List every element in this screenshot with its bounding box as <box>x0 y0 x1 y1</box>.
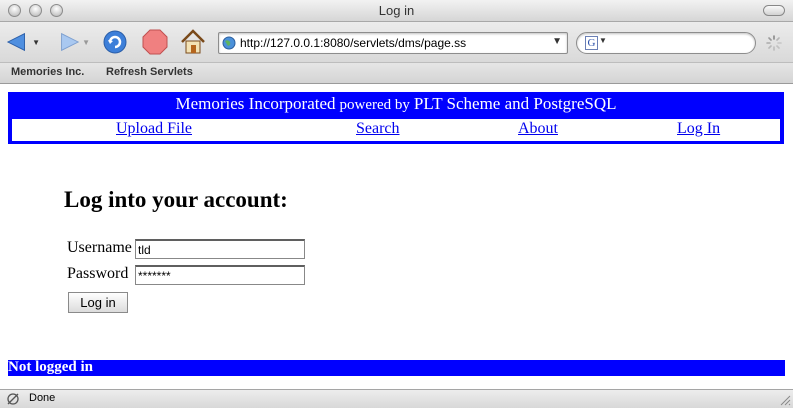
browser-status-text: Done <box>29 392 56 404</box>
connection-icon <box>7 393 19 405</box>
password-label: Password <box>67 265 129 282</box>
site-title-powered: powered by <box>339 97 410 113</box>
reload-button[interactable] <box>100 28 130 56</box>
browser-status-bar: Done <box>0 389 793 408</box>
nav-search-link[interactable]: Search <box>356 120 400 138</box>
browser-toolbar: ▼ ▼ http://127.0.0.1:8080/servlets/dms/p… <box>0 22 793 62</box>
address-history-caret-icon[interactable]: ▼ <box>552 36 562 47</box>
loading-spinner-icon <box>766 35 782 51</box>
search-engine-icon[interactable]: G <box>585 36 598 50</box>
search-field[interactable]: G ▼ <box>576 32 756 54</box>
password-field[interactable]: ******* <box>135 265 305 285</box>
back-button[interactable]: ▼ <box>6 28 40 56</box>
login-status-bar: Not logged in <box>8 359 785 376</box>
home-button[interactable] <box>178 28 208 56</box>
site-header: Memories Incorporated powered by PLT Sch… <box>8 92 784 144</box>
site-title: Memories Incorporated powered by PLT Sch… <box>8 94 784 114</box>
log-in-button[interactable]: Log in <box>68 292 128 313</box>
login-heading: Log into your account: <box>64 187 288 212</box>
address-bar[interactable]: http://127.0.0.1:8080/servlets/dms/page.… <box>218 32 568 54</box>
globe-icon <box>222 36 236 50</box>
stop-button[interactable] <box>140 28 170 56</box>
bookmark-refresh-servlets[interactable]: Refresh Servlets <box>106 66 193 78</box>
back-arrow-icon <box>6 32 25 52</box>
nav-about-link[interactable]: About <box>518 120 558 138</box>
nav-upload-file-link[interactable]: Upload File <box>116 120 192 138</box>
site-title-main: Memories Incorporated <box>175 94 336 113</box>
site-nav: Upload File Search About Log In <box>12 119 780 141</box>
resize-grip-icon[interactable] <box>779 394 791 406</box>
site-title-tech: PLT Scheme and PostgreSQL <box>413 94 617 113</box>
forward-menu-caret-icon[interactable]: ▼ <box>82 38 90 47</box>
page-content: Memories Incorporated powered by PLT Sch… <box>0 85 793 389</box>
address-bar-url: http://127.0.0.1:8080/servlets/dms/page.… <box>240 36 467 50</box>
nav-log-in-link[interactable]: Log In <box>677 120 720 138</box>
search-engine-caret-icon[interactable]: ▼ <box>599 36 607 45</box>
home-icon <box>181 29 205 54</box>
stop-icon <box>142 29 168 55</box>
forward-arrow-icon <box>61 32 80 52</box>
bookmarks-bar: Memories Inc. Refresh Servlets <box>0 62 793 84</box>
username-label: Username <box>67 239 132 256</box>
toolbar-toggle-button[interactable] <box>763 5 785 16</box>
back-menu-caret-icon[interactable]: ▼ <box>32 38 40 47</box>
reload-icon <box>103 30 127 54</box>
bookmark-memories-inc[interactable]: Memories Inc. <box>11 66 84 78</box>
login-status-text: Not logged in <box>8 359 94 375</box>
forward-button[interactable]: ▼ <box>56 28 90 56</box>
window-title: Log in <box>378 3 415 18</box>
window-titlebar: Log in <box>0 0 793 22</box>
username-field[interactable]: tld <box>135 239 305 259</box>
